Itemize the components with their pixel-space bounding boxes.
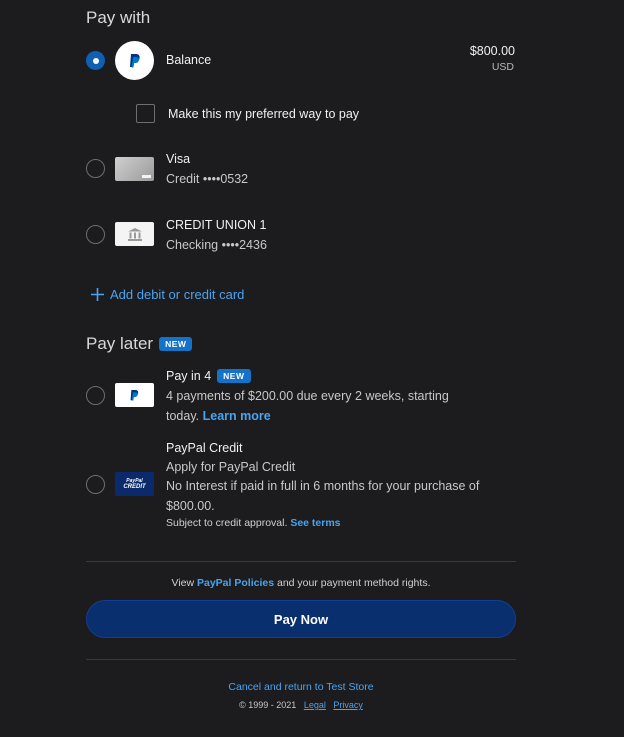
pay-later-title: Pay later [86, 334, 154, 353]
paypal-credit-line2: No Interest if paid in full in 6 months … [166, 479, 480, 493]
divider [86, 659, 516, 660]
policies-post: and your payment method rights. [276, 577, 431, 589]
pay-in-4-header: Pay in 4 NEW [166, 369, 251, 383]
pay-later-header: Pay later NEW [86, 334, 193, 354]
paypal-credit-icon: PayPal CREDIT [115, 472, 154, 496]
balance-label: Balance [166, 53, 212, 67]
privacy-link[interactable]: Privacy [333, 700, 363, 710]
preferred-checkbox[interactable] [136, 104, 155, 123]
pay-in-4-title: Pay in 4 [166, 369, 212, 383]
plus-icon [91, 288, 104, 301]
add-card-label: Add debit or credit card [110, 287, 245, 302]
balance-currency: USD [491, 61, 514, 73]
paypal-credit-line3: $800.00. [166, 499, 215, 513]
pay-in-4-line2: today. [166, 409, 200, 423]
pay-now-button[interactable]: Pay Now [86, 600, 516, 638]
paypal-credit-title: PayPal Credit [166, 441, 243, 455]
pay-in-4-line1: 4 payments of $200.00 due every 2 weeks,… [166, 389, 449, 403]
subject-text: Subject to credit approval. [166, 517, 288, 529]
visa-title: Visa [166, 152, 191, 166]
credit-logo-bottom: CREDIT [123, 483, 146, 490]
legal-link[interactable]: Legal [304, 700, 326, 710]
new-badge: NEW [159, 337, 193, 351]
policies-pre: View [171, 577, 195, 589]
new-badge: NEW [217, 369, 251, 383]
preferred-label: Make this my preferred way to pay [168, 107, 360, 121]
paypal-credit-radio[interactable] [86, 475, 105, 494]
bank-icon [115, 222, 154, 246]
pay-in-4-radio[interactable] [86, 386, 105, 405]
learn-more-link[interactable]: Learn more [203, 409, 271, 423]
footer-links: © 1999 - 2021 Legal Privacy [86, 700, 516, 710]
balance-radio[interactable] [86, 51, 105, 70]
paypal-logo-icon [115, 41, 154, 80]
add-card-link[interactable]: Add debit or credit card [91, 287, 244, 302]
visa-card-icon [115, 157, 154, 181]
credit-approval-text: Subject to credit approval. See terms [166, 517, 341, 529]
visa-detail: Credit ••••0532 [166, 172, 249, 186]
paypal-logo-icon [115, 383, 154, 407]
bank-radio[interactable] [86, 225, 105, 244]
visa-radio[interactable] [86, 159, 105, 178]
bank-title: CREDIT UNION 1 [166, 218, 267, 232]
bank-detail: Checking ••••2436 [166, 238, 267, 252]
paypal-credit-line1: Apply for PayPal Credit [166, 460, 296, 474]
divider [86, 561, 516, 562]
policies-text: View PayPal Policies and your payment me… [86, 577, 516, 589]
copyright: © 1999 - 2021 [239, 700, 297, 710]
balance-amount: $800.00 [469, 44, 515, 58]
cancel-link[interactable]: Cancel and return to Test Store [86, 681, 516, 693]
see-terms-link[interactable]: See terms [290, 517, 340, 529]
pay-in-4-line2-wrap: today. Learn more [166, 409, 271, 423]
pay-with-title: Pay with [86, 8, 151, 27]
paypal-policies-link[interactable]: PayPal Policies [197, 577, 274, 589]
